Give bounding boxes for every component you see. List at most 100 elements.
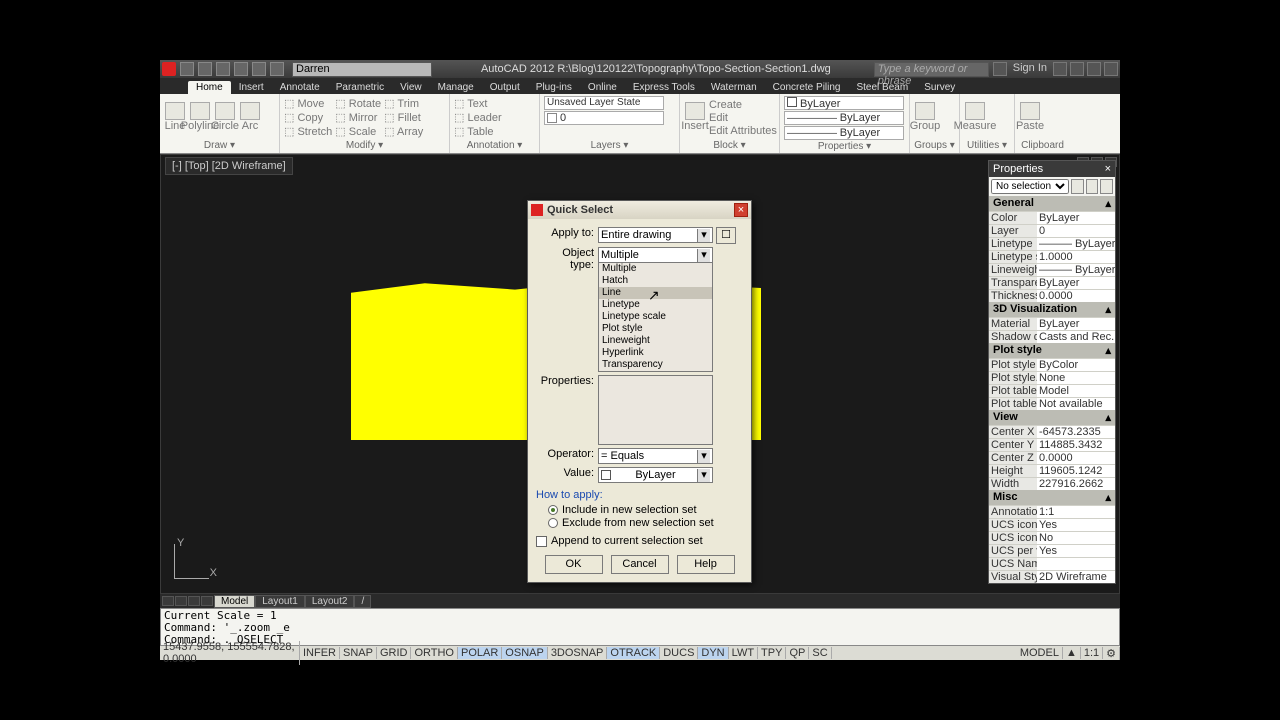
status-ducs-toggle[interactable]: DUCS [660,647,698,659]
radio-icon[interactable] [548,505,558,515]
status-sc-toggle[interactable]: SC [809,647,831,659]
circle-button[interactable]: Circle [214,102,236,134]
viewport-label[interactable]: [-] [Top] [2D Wireframe] [165,157,293,175]
annoscale-icon[interactable]: ▲ [1063,647,1081,659]
restore-icon[interactable] [1087,62,1101,76]
operator-combo[interactable]: = Equals▾ [598,448,713,464]
prop-category-3d-visualization[interactable]: 3D Visualization▴ [989,302,1115,317]
prop-row[interactable]: Width227916.2662 [989,477,1115,490]
value-combo[interactable]: ByLayer▾ [598,467,713,483]
arc-button[interactable]: Arc [239,102,261,134]
qat-undo-icon[interactable] [234,62,248,76]
help-search-input[interactable]: Type a keyword or phrase [874,62,989,77]
prop-row[interactable]: Center X-64573.2335 [989,425,1115,438]
lineweight-combo[interactable]: ————— ByLayer [784,126,904,140]
ribbon-tab-steel-beam[interactable]: Steel Beam [848,81,916,94]
ribbon-tab-output[interactable]: Output [482,81,528,94]
radio-exclude[interactable]: Exclude from new selection set [548,517,743,529]
status-tray-icon[interactable]: ⚙ [1103,647,1120,660]
prop-row[interactable]: Height119605.1242 [989,464,1115,477]
status-osnap-toggle[interactable]: OSNAP [502,647,548,659]
pickadd-icon[interactable] [1086,179,1099,194]
close-icon[interactable] [1104,62,1118,76]
prop-row[interactable]: Thickness0.0000 [989,289,1115,302]
check-append[interactable]: Append to current selection set [536,535,743,547]
status-snap-toggle[interactable]: SNAP [340,647,377,659]
qat-redo-icon[interactable] [252,62,266,76]
prop-row[interactable]: Lineweight——— ByLayer [989,263,1115,276]
radio-include[interactable]: Include in new selection set [548,504,743,516]
status-ortho-toggle[interactable]: ORTHO [411,647,458,659]
group-button[interactable]: Group [914,102,936,134]
color-combo[interactable]: ByLayer [784,96,904,110]
polyline-button[interactable]: Polyline [189,102,211,134]
select-objects-icon[interactable]: ☐ [716,227,736,244]
prop-row[interactable]: Linetype s...1.0000 [989,250,1115,263]
ribbon-tab-survey[interactable]: Survey [916,81,963,94]
ok-button[interactable]: OK [545,555,603,574]
copy-button[interactable]: ⬚ Copy [284,111,332,124]
block-create-button[interactable]: Create [709,99,777,111]
quickselect-icon[interactable] [1071,179,1084,194]
ribbon-tab-online[interactable]: Online [580,81,625,94]
prop-row[interactable]: Linetype——— ByLayer [989,237,1115,250]
prop-row[interactable]: Center Y114885.3432 [989,438,1115,451]
ribbon-tab-express-tools[interactable]: Express Tools [625,81,703,94]
prop-row[interactable]: Transpare...ByLayer [989,276,1115,289]
ribbon-tab-home[interactable]: Home [188,81,231,94]
leader-button[interactable]: ⬚ Leader [454,111,502,124]
objtype-option[interactable]: Plot style [599,323,712,335]
objtype-option[interactable]: Hatch [599,275,712,287]
palette-close-icon[interactable]: × [1105,163,1111,175]
prop-category-general[interactable]: General▴ [989,196,1115,211]
model-toggle[interactable]: MODEL [1017,647,1063,659]
object-type-dropdown[interactable]: MultipleHatchLineLinetypeLinetype scaleP… [598,262,713,372]
exchange-icon[interactable] [993,62,1007,76]
properties-listbox[interactable] [598,375,713,445]
layout-nav-first-icon[interactable] [162,596,174,606]
objtype-option[interactable]: Linetype [599,299,712,311]
fillet-button[interactable]: ⬚ Fillet [384,111,423,124]
layout-tab-model[interactable]: Model [214,595,255,608]
block-editattr-button[interactable]: Edit Attributes [709,125,777,137]
prop-category-plot-style[interactable]: Plot style▴ [989,343,1115,358]
layer-state-combo[interactable]: Unsaved Layer State [544,96,664,110]
ribbon-tab-manage[interactable]: Manage [430,81,482,94]
move-button[interactable]: ⬚ Move [284,97,332,110]
prop-row[interactable]: Center Z0.0000 [989,451,1115,464]
prop-row[interactable]: Layer0 [989,224,1115,237]
selection-combo[interactable]: No selection [991,179,1069,194]
status-dyn-toggle[interactable]: DYN [698,647,728,659]
trim-button[interactable]: ⬚ Trim [384,97,423,110]
array-button[interactable]: ⬚ Array [384,125,423,138]
status-infer-toggle[interactable]: INFER [300,647,340,659]
block-edit-button[interactable]: Edit [709,112,777,124]
status-3dosnap-toggle[interactable]: 3DOSNAP [548,647,608,659]
prop-row[interactable]: MaterialByLayer [989,317,1115,330]
qat-save-icon[interactable] [216,62,230,76]
insert-button[interactable]: Insert [684,102,706,134]
text-button[interactable]: ⬚ Text [454,97,502,110]
scale-button[interactable]: ⬚ Scale [335,125,381,138]
objtype-option[interactable]: Transparency [599,359,712,371]
workspace-combo[interactable]: Darren [292,62,432,77]
layer-combo[interactable]: 0 [544,111,664,125]
prop-row[interactable]: Shadow d...Casts and Rec... [989,330,1115,343]
mirror-button[interactable]: ⬚ Mirror [335,111,381,124]
cancel-button[interactable]: Cancel [611,555,669,574]
status-qp-toggle[interactable]: QP [786,647,809,659]
properties-palette[interactable]: Properties× No selection General▴ColorBy… [988,160,1116,584]
status-polar-toggle[interactable]: POLAR [458,647,502,659]
radio-icon[interactable] [548,518,558,528]
objtype-option[interactable]: Multiple [599,263,712,275]
prop-row[interactable]: Visual Style2D Wireframe [989,570,1115,583]
qat-new-icon[interactable] [180,62,194,76]
stretch-button[interactable]: ⬚ Stretch [284,125,332,138]
status-lwt-toggle[interactable]: LWT [729,647,758,659]
table-button[interactable]: ⬚ Table [454,125,502,138]
apply-to-combo[interactable]: Entire drawing▾ [598,227,713,243]
selectobjects-icon[interactable] [1100,179,1113,194]
prop-category-view[interactable]: View▴ [989,410,1115,425]
layout-tab-layout1[interactable]: Layout1 [255,595,305,608]
status-tpy-toggle[interactable]: TPY [758,647,786,659]
